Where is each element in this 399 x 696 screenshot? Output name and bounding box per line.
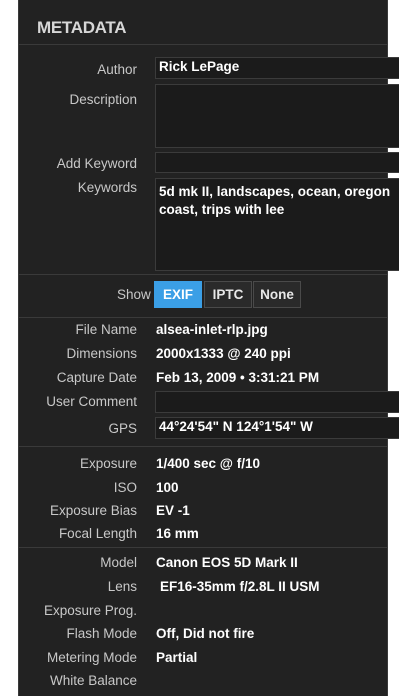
- iso-value: 100: [156, 480, 179, 495]
- white-balance-label: White Balance: [49, 673, 137, 688]
- dimensions-label: Dimensions: [66, 346, 137, 361]
- dimensions-value: 2000x1333 @ 240 ppi: [156, 346, 291, 361]
- file-name-label: File Name: [75, 322, 137, 337]
- model-label: Model: [100, 555, 137, 570]
- exposure-prog-label: Exposure Prog.: [43, 603, 137, 618]
- exposure-bias-label: Exposure Bias: [49, 503, 137, 518]
- metering-mode-label: Metering Mode: [46, 650, 137, 665]
- flash-mode-value: Off, Did not fire: [156, 626, 255, 641]
- exposure-bias-value: EV -1: [156, 503, 190, 518]
- iso-label: ISO: [113, 480, 137, 495]
- model-value: Canon EOS 5D Mark II: [156, 555, 298, 570]
- metadata-panel: METADATA Author Rick LePage Description …: [18, 0, 399, 696]
- metering-mode-value: Partial: [156, 650, 198, 665]
- lens-label: Lens: [107, 579, 137, 594]
- focal-length-value: 16 mm: [156, 526, 199, 541]
- author-label: Author: [97, 62, 137, 77]
- divider: [19, 274, 387, 275]
- focal-length-label: Focal Length: [58, 526, 137, 541]
- show-iptc-button[interactable]: IPTC: [204, 281, 252, 308]
- panel-header: METADATA: [19, 0, 387, 45]
- flash-mode-label: Flash Mode: [66, 626, 137, 641]
- capture-date-label: Capture Date: [56, 370, 137, 385]
- panel-title: METADATA: [37, 18, 127, 37]
- divider: [19, 446, 387, 447]
- add-keyword-field[interactable]: [155, 152, 399, 173]
- exposure-value: 1/400 sec @ f/10: [156, 456, 260, 471]
- capture-date-value: Feb 13, 2009 • 3:31:21 PM: [156, 370, 320, 385]
- show-none-button[interactable]: None: [253, 281, 301, 308]
- show-label: Show: [117, 287, 151, 302]
- user-comment-label: User Comment: [46, 394, 137, 409]
- add-keyword-label: Add Keyword: [56, 156, 137, 171]
- show-exif-button[interactable]: EXIF: [154, 281, 202, 308]
- lens-value: EF16-35mm f/2.8L II USM: [160, 579, 320, 594]
- exposure-label: Exposure: [79, 456, 137, 471]
- user-comment-field[interactable]: [155, 391, 399, 413]
- description-field[interactable]: [155, 84, 399, 148]
- gps-label: GPS: [108, 421, 137, 436]
- file-name-value: alsea-inlet-rlp.jpg: [156, 322, 268, 337]
- description-label: Description: [69, 92, 137, 107]
- author-field[interactable]: Rick LePage: [155, 57, 399, 79]
- keywords-label: Keywords: [77, 180, 137, 195]
- gps-field[interactable]: 44°24'54" N 124°1'54" W: [155, 417, 399, 439]
- divider: [19, 547, 387, 548]
- divider: [19, 317, 387, 318]
- keywords-field[interactable]: 5d mk II, landscapes, ocean, oregon coas…: [155, 178, 399, 271]
